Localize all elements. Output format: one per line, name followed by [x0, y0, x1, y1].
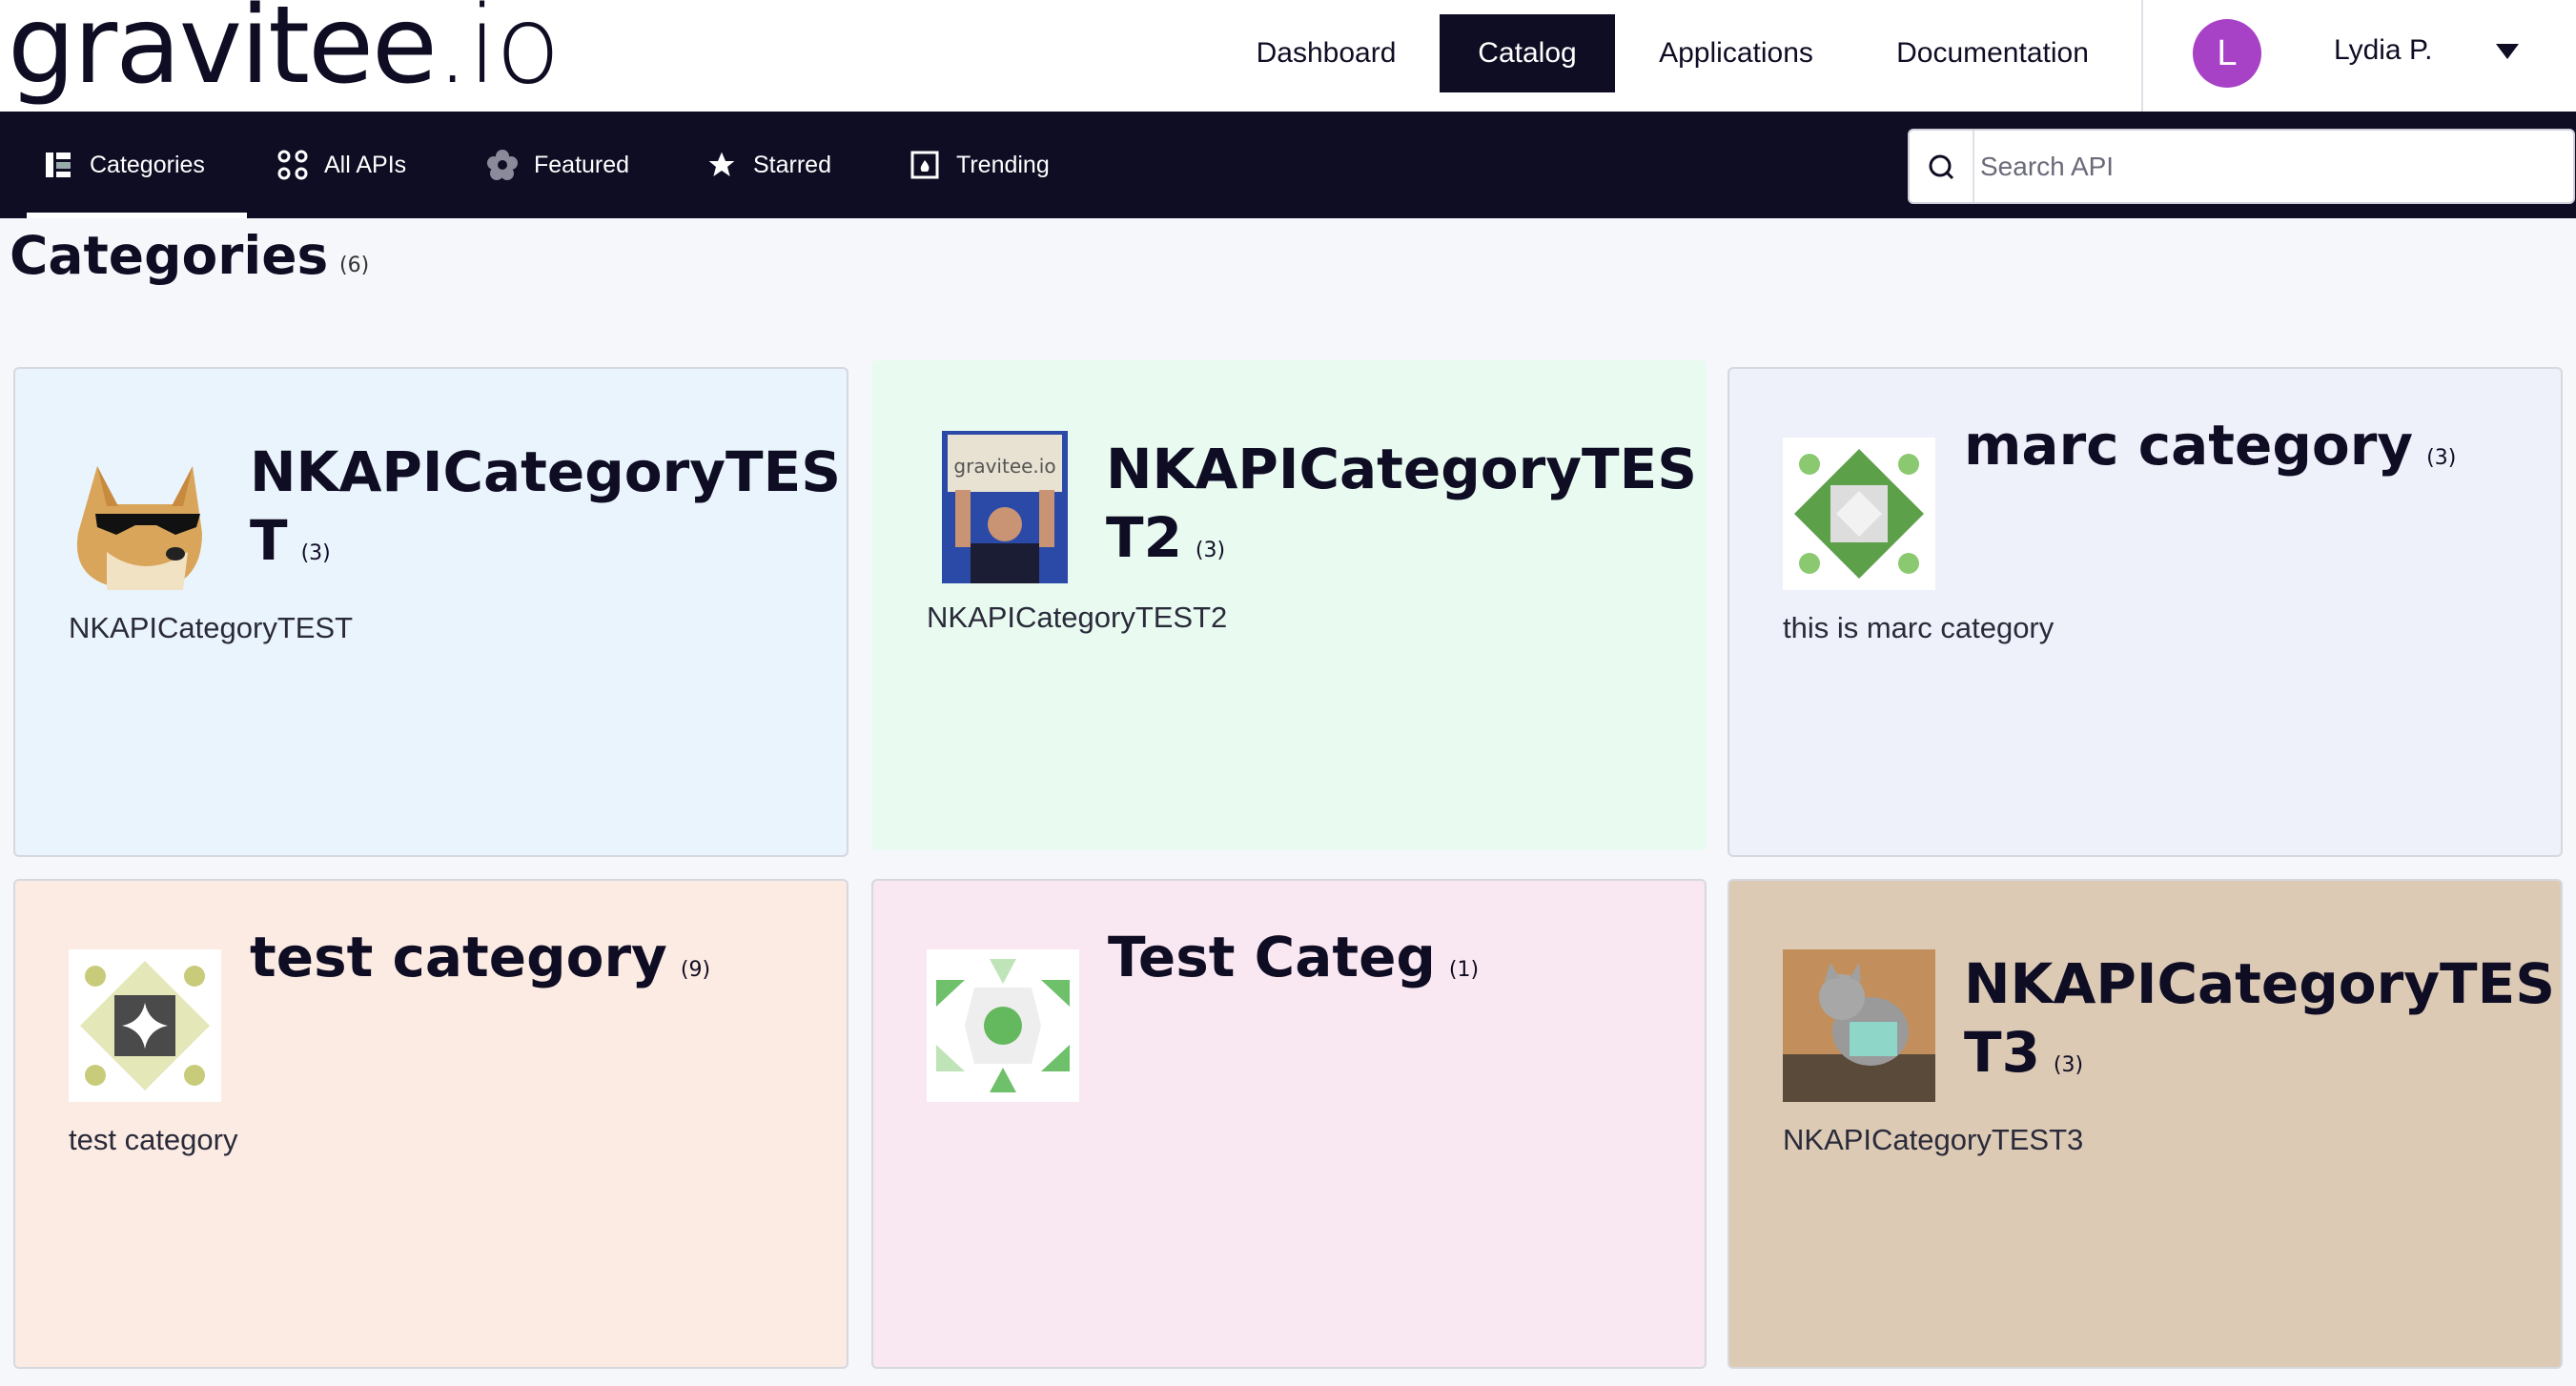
- user-avatar[interactable]: L: [2193, 19, 2261, 88]
- top-header: gravitee .io Dashboard Catalog Applicatio…: [0, 0, 2576, 112]
- nav-catalog[interactable]: Catalog: [1440, 14, 1615, 92]
- green-circle-identicon-thumbnail: [927, 949, 1079, 1102]
- category-card[interactable]: marc category (3) this is marc category: [1728, 367, 2563, 857]
- category-description: NKAPICategoryTEST: [69, 611, 354, 644]
- chevron-down-icon[interactable]: [2496, 44, 2519, 59]
- category-title[interactable]: NKAPICategoryTES T (3): [250, 438, 841, 588]
- tab-all-apis-label: All APIs: [324, 151, 407, 178]
- user-name[interactable]: Lydia P.: [2334, 34, 2432, 67]
- category-title[interactable]: marc category (3): [1964, 411, 2536, 493]
- category-title[interactable]: NKAPICategoryTES T2 (3): [1106, 435, 1697, 585]
- logo-suffix: .io: [435, 0, 561, 108]
- category-description: NKAPICategoryTEST3: [1783, 1123, 2084, 1156]
- trending-icon: [909, 149, 941, 181]
- category-card[interactable]: NKAPICategoryTES T3 (3) NKAPICategoryTEST…: [1728, 879, 2563, 1369]
- category-name: NKAPICategoryTES T: [250, 439, 841, 573]
- categories-icon: [42, 149, 74, 181]
- doge-thumbnail: [69, 438, 221, 590]
- tab-starred-label: Starred: [753, 151, 831, 178]
- cat-photo-thumbnail: [1783, 949, 1935, 1102]
- category-card[interactable]: test category (9) test category: [13, 879, 848, 1369]
- category-count: (6): [339, 254, 370, 277]
- person-sign-thumbnail: gravitee.io: [942, 431, 1068, 583]
- tab-trending-label: Trending: [956, 151, 1050, 178]
- logo-text: gravitee: [8, 0, 438, 108]
- search-input[interactable]: [1974, 132, 2546, 200]
- nav-dashboard[interactable]: Dashboard: [1239, 14, 1413, 92]
- svg-text:gravitee.io: gravitee.io: [953, 455, 1055, 478]
- category-name: test category: [250, 925, 667, 989]
- gravitee-logo[interactable]: gravitee .io: [8, 0, 561, 108]
- tab-all-apis[interactable]: All APIs: [276, 112, 406, 218]
- category-title[interactable]: Test Categ (1): [1108, 923, 1680, 1005]
- category-card[interactable]: Test Categ (1): [871, 879, 1707, 1369]
- tab-trending[interactable]: Trending: [909, 112, 1050, 218]
- category-title[interactable]: test category (9): [250, 923, 822, 1005]
- search-box: [1908, 129, 2575, 204]
- page-title: Categories: [10, 225, 329, 286]
- tab-categories-label: Categories: [90, 151, 205, 178]
- category-description: this is marc category: [1783, 611, 2055, 644]
- nav-documentation[interactable]: Documentation: [1859, 14, 2126, 92]
- grid-circles-icon: [276, 149, 309, 181]
- star-icon: [705, 149, 738, 181]
- api-count: (9): [680, 958, 711, 982]
- tab-starred[interactable]: Starred: [705, 112, 831, 218]
- category-description: test category: [69, 1123, 238, 1156]
- category-name: marc category: [1964, 413, 2414, 478]
- category-name: NKAPICategoryTES T3: [1964, 951, 2555, 1085]
- tab-categories[interactable]: Categories: [27, 112, 247, 218]
- header-divider: [2141, 0, 2143, 112]
- category-name: NKAPICategoryTES T2: [1106, 437, 1697, 570]
- nav-applications[interactable]: Applications: [1642, 14, 1830, 92]
- api-count: (3): [2053, 1053, 2084, 1077]
- search-icon[interactable]: [1910, 131, 1974, 202]
- flower-icon: [486, 149, 519, 181]
- category-name: Test Categ: [1108, 925, 1436, 989]
- olive-identicon-thumbnail: [69, 949, 221, 1102]
- api-count: (3): [300, 541, 331, 565]
- api-count: (3): [1195, 539, 1226, 562]
- api-count: (3): [2426, 446, 2457, 470]
- tab-featured[interactable]: Featured: [486, 112, 629, 218]
- tab-featured-label: Featured: [534, 151, 630, 178]
- api-count: (1): [1448, 958, 1480, 982]
- category-title[interactable]: NKAPICategoryTES T3 (3): [1964, 949, 2555, 1100]
- category-card[interactable]: gravitee.io NKAPICategoryTES T2 (3) NKAPI…: [871, 360, 1707, 850]
- category-description: NKAPICategoryTEST2: [927, 601, 1228, 634]
- green-identicon-thumbnail: [1783, 438, 1935, 590]
- category-card[interactable]: NKAPICategoryTES T (3) NKAPICategoryTEST: [13, 367, 848, 857]
